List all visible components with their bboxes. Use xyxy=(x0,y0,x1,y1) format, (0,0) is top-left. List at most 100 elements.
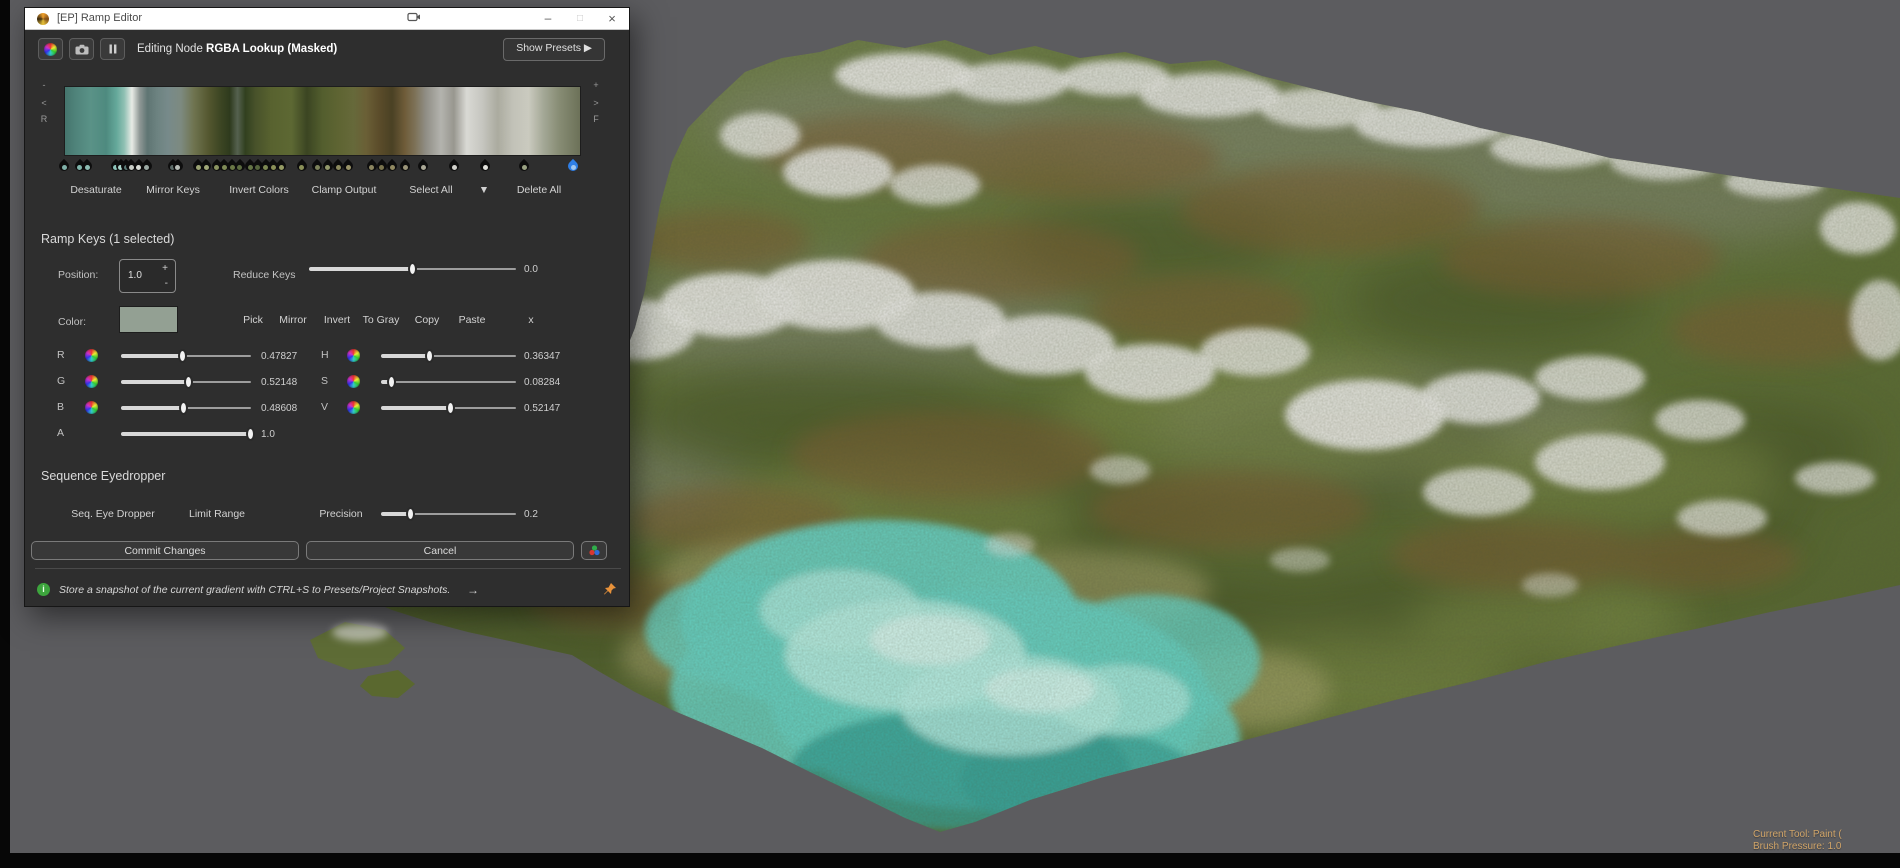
h-value: 0.36347 xyxy=(524,351,560,362)
position-decrement-button[interactable]: - xyxy=(165,279,168,289)
ramp-key[interactable] xyxy=(518,160,530,172)
ramp-key-selected[interactable] xyxy=(567,160,579,172)
v-slider[interactable] xyxy=(381,400,516,416)
title-bar[interactable]: [EP] Ramp Editor – □ × xyxy=(25,8,629,30)
ramp-key[interactable] xyxy=(399,160,411,172)
paste-button[interactable]: Paste xyxy=(459,314,486,326)
ramp-keys-heading: Ramp Keys (1 selected) xyxy=(41,232,174,246)
color-wheel-icon xyxy=(44,43,57,56)
s-label: S xyxy=(321,375,328,387)
capture-icon[interactable] xyxy=(405,11,423,27)
g-slider[interactable] xyxy=(121,374,251,390)
ramp-key[interactable] xyxy=(81,160,93,172)
hint-arrow-icon[interactable]: → xyxy=(467,583,479,597)
g-label: G xyxy=(57,375,65,387)
desaturate-button[interactable]: Desaturate xyxy=(70,184,121,196)
ramp-f-label[interactable]: F xyxy=(589,114,603,124)
seq-eye-dropper-button[interactable]: Seq. Eye Dropper xyxy=(71,508,154,520)
window-frame-left xyxy=(0,0,10,868)
s-colorwheel-icon[interactable] xyxy=(347,375,360,388)
b-value: 0.48608 xyxy=(261,403,297,414)
copy-button[interactable]: Copy xyxy=(415,314,440,326)
maximize-button[interactable]: □ xyxy=(571,11,589,27)
position-value: 1.0 xyxy=(128,270,142,281)
ramp-key[interactable] xyxy=(172,160,184,172)
ramp-key[interactable] xyxy=(417,160,429,172)
rgb-triangle-button[interactable] xyxy=(581,541,607,560)
pause-button[interactable] xyxy=(100,38,125,60)
r-label: R xyxy=(57,349,65,361)
b-colorwheel-icon[interactable] xyxy=(85,401,98,414)
invert-button[interactable]: Invert xyxy=(324,314,350,326)
color-wheel-button[interactable] xyxy=(38,38,63,60)
pick-button[interactable]: Pick xyxy=(243,314,263,326)
info-icon: i xyxy=(37,583,50,596)
ramp-keys-track[interactable] xyxy=(64,159,581,177)
ramp-key[interactable] xyxy=(275,160,287,172)
g-colorwheel-icon[interactable] xyxy=(85,375,98,388)
ramp-r-label[interactable]: R xyxy=(37,114,51,124)
ramp-key[interactable] xyxy=(296,160,308,172)
v-colorwheel-icon[interactable] xyxy=(347,401,360,414)
close-button[interactable]: × xyxy=(603,11,621,27)
color-label: Color: xyxy=(58,316,86,328)
ramp-remove-left-label[interactable]: - xyxy=(37,80,51,90)
ramp-key[interactable] xyxy=(386,160,398,172)
status-current-tool: Current Tool: Paint ( xyxy=(1753,829,1900,841)
s-value: 0.08284 xyxy=(524,377,560,388)
ramp-shift-right-label[interactable]: > xyxy=(589,98,603,108)
clear-color-button[interactable]: x xyxy=(528,314,533,326)
to-gray-button[interactable]: To Gray xyxy=(363,314,400,326)
reduce-keys-slider[interactable] xyxy=(309,261,516,277)
viewport-status-text: Current Tool: Paint ( Brush Pressure: 1.… xyxy=(1753,829,1900,853)
b-slider[interactable] xyxy=(121,400,251,416)
ramp-add-right-label[interactable]: + xyxy=(589,80,603,90)
precision-label: Precision xyxy=(319,508,362,520)
ramp-shift-left-label[interactable]: < xyxy=(37,98,51,108)
h-colorwheel-icon[interactable] xyxy=(347,349,360,362)
status-brush-pressure: Brush Pressure: 1.0 xyxy=(1753,841,1900,853)
delete-all-button[interactable]: Delete All xyxy=(517,184,561,196)
pin-icon[interactable] xyxy=(603,582,617,596)
limit-range-button[interactable]: Limit Range xyxy=(189,508,245,520)
position-input[interactable]: 1.0 + - xyxy=(119,259,176,293)
select-all-button[interactable]: Select All xyxy=(409,184,452,196)
snapshot-camera-button[interactable] xyxy=(69,38,94,60)
v-label: V xyxy=(321,401,328,413)
ramp-key[interactable] xyxy=(342,160,354,172)
camera-icon xyxy=(75,44,89,55)
precision-slider[interactable] xyxy=(381,506,516,522)
editing-node-name: RGBA Lookup (Masked) xyxy=(206,43,337,55)
cancel-button[interactable]: Cancel xyxy=(306,541,574,560)
clamp-output-button[interactable]: Clamp Output xyxy=(312,184,377,196)
mirror-button[interactable]: Mirror xyxy=(279,314,306,326)
reduce-keys-value: 0.0 xyxy=(524,264,538,275)
ramp-gradient-strip[interactable] xyxy=(64,86,581,156)
h-slider[interactable] xyxy=(381,348,516,364)
editing-node-prefix: Editing Node xyxy=(137,43,206,55)
a-slider[interactable] xyxy=(121,426,251,442)
app-logo-icon xyxy=(37,13,49,25)
s-slider[interactable] xyxy=(381,374,516,390)
commit-changes-button[interactable]: Commit Changes xyxy=(31,541,299,560)
rgb-triangle-icon xyxy=(589,545,600,556)
ramp-key[interactable] xyxy=(479,160,491,172)
ramp-key[interactable] xyxy=(58,160,70,172)
color-swatch[interactable] xyxy=(119,306,178,333)
invert-colors-button[interactable]: Invert Colors xyxy=(229,184,289,196)
ramp-key[interactable] xyxy=(141,160,153,172)
ramp-key[interactable] xyxy=(448,160,460,172)
r-slider[interactable] xyxy=(121,348,251,364)
ramp-editor-dialog: [EP] Ramp Editor – □ × Editing Node RGBA… xyxy=(24,7,630,607)
select-dropdown-arrow-icon[interactable]: ▼ xyxy=(479,184,489,196)
mirror-keys-button[interactable]: Mirror Keys xyxy=(146,184,200,196)
h-label: H xyxy=(321,349,329,361)
editing-node-label: Editing Node RGBA Lookup (Masked) xyxy=(137,43,337,55)
v-value: 0.52147 xyxy=(524,403,560,414)
show-presets-button[interactable]: Show Presets ▶ xyxy=(503,38,605,61)
r-colorwheel-icon[interactable] xyxy=(85,349,98,362)
snapshot-hint-text: Store a snapshot of the current gradient… xyxy=(59,584,450,596)
minimize-button[interactable]: – xyxy=(539,11,557,27)
position-increment-button[interactable]: + xyxy=(162,264,168,274)
reduce-keys-label: Reduce Keys xyxy=(233,269,295,281)
